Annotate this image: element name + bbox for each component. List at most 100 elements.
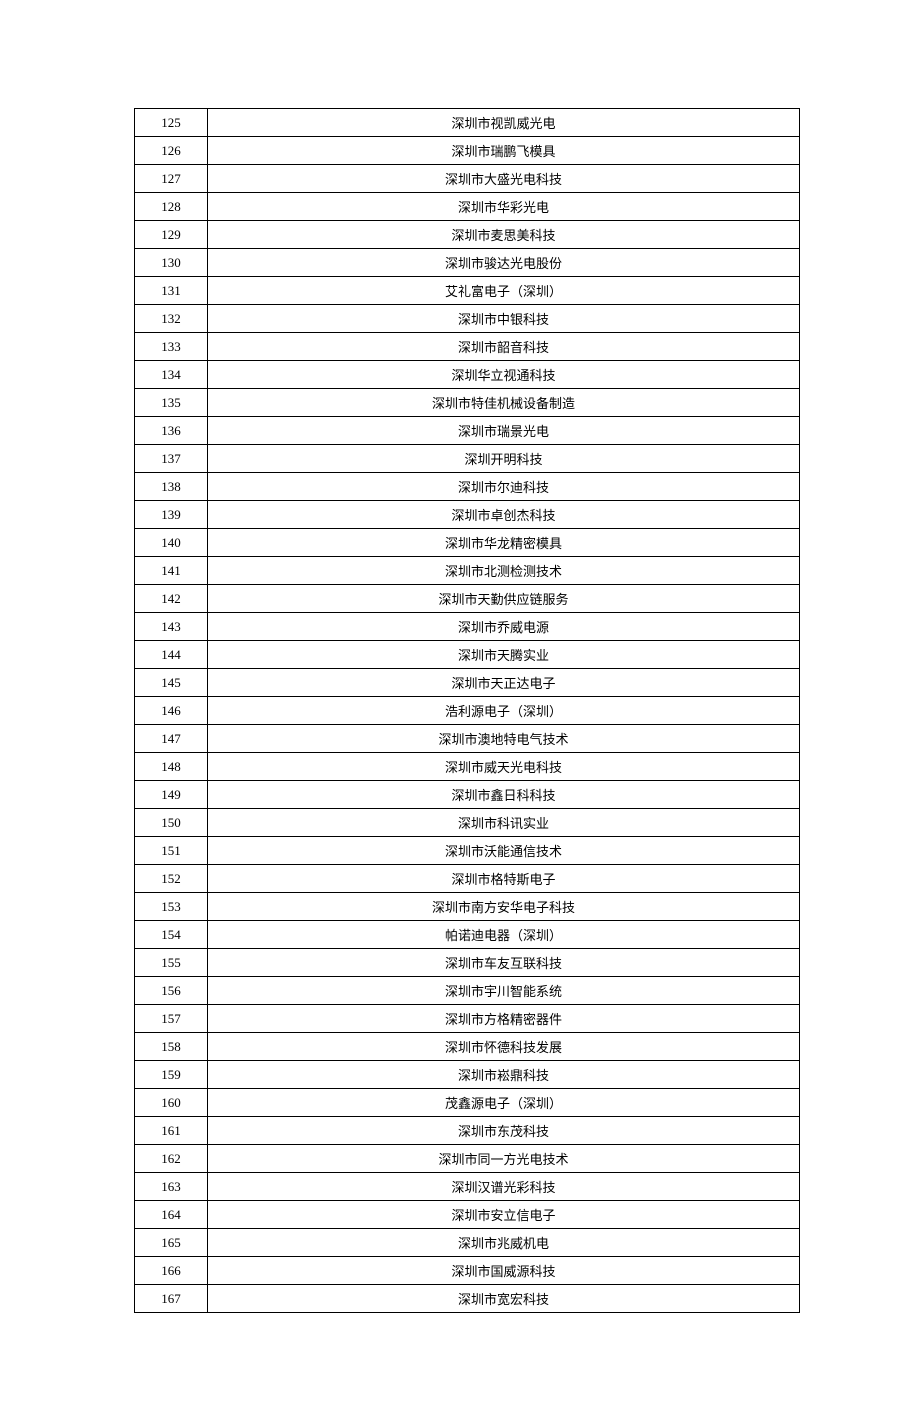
company-name: 深圳市东茂科技 bbox=[208, 1117, 800, 1145]
row-number: 133 bbox=[135, 333, 208, 361]
table-row: 166深圳市国威源科技 bbox=[135, 1257, 800, 1285]
table-row: 141深圳市北测检测技术 bbox=[135, 557, 800, 585]
row-number: 160 bbox=[135, 1089, 208, 1117]
document-page: 125深圳市视凯威光电126深圳市瑞鹏飞模具127深圳市大盛光电科技128深圳市… bbox=[0, 0, 920, 1413]
row-number: 128 bbox=[135, 193, 208, 221]
company-name: 深圳市天正达电子 bbox=[208, 669, 800, 697]
table-row: 167深圳市宽宏科技 bbox=[135, 1285, 800, 1313]
row-number: 132 bbox=[135, 305, 208, 333]
company-name: 深圳市沃能通信技术 bbox=[208, 837, 800, 865]
company-name: 深圳市瑞景光电 bbox=[208, 417, 800, 445]
table-row: 156深圳市宇川智能系统 bbox=[135, 977, 800, 1005]
row-number: 135 bbox=[135, 389, 208, 417]
row-number: 157 bbox=[135, 1005, 208, 1033]
company-name: 深圳市澳地特电气技术 bbox=[208, 725, 800, 753]
table-row: 152深圳市格特斯电子 bbox=[135, 865, 800, 893]
table-row: 129深圳市麦思美科技 bbox=[135, 221, 800, 249]
table-row: 161深圳市东茂科技 bbox=[135, 1117, 800, 1145]
company-name: 深圳市宽宏科技 bbox=[208, 1285, 800, 1313]
table-row: 142深圳市天勤供应链服务 bbox=[135, 585, 800, 613]
company-name: 深圳市华龙精密模具 bbox=[208, 529, 800, 557]
row-number: 125 bbox=[135, 109, 208, 137]
row-number: 166 bbox=[135, 1257, 208, 1285]
company-name: 深圳市视凯威光电 bbox=[208, 109, 800, 137]
company-name: 深圳开明科技 bbox=[208, 445, 800, 473]
table-row: 135深圳市特佳机械设备制造 bbox=[135, 389, 800, 417]
table-row: 157深圳市方格精密器件 bbox=[135, 1005, 800, 1033]
table-row: 138深圳市尔迪科技 bbox=[135, 473, 800, 501]
table-row: 155深圳市车友互联科技 bbox=[135, 949, 800, 977]
row-number: 148 bbox=[135, 753, 208, 781]
row-number: 129 bbox=[135, 221, 208, 249]
row-number: 150 bbox=[135, 809, 208, 837]
company-name: 深圳市华彩光电 bbox=[208, 193, 800, 221]
company-name: 深圳市同一方光电技术 bbox=[208, 1145, 800, 1173]
table-row: 164深圳市安立信电子 bbox=[135, 1201, 800, 1229]
table-row: 134深圳华立视通科技 bbox=[135, 361, 800, 389]
company-name: 深圳市威天光电科技 bbox=[208, 753, 800, 781]
company-name: 深圳市尔迪科技 bbox=[208, 473, 800, 501]
table-row: 127深圳市大盛光电科技 bbox=[135, 165, 800, 193]
company-name: 深圳市格特斯电子 bbox=[208, 865, 800, 893]
row-number: 141 bbox=[135, 557, 208, 585]
row-number: 153 bbox=[135, 893, 208, 921]
row-number: 147 bbox=[135, 725, 208, 753]
table-row: 143深圳市乔威电源 bbox=[135, 613, 800, 641]
table-row: 137深圳开明科技 bbox=[135, 445, 800, 473]
company-name: 深圳市科讯实业 bbox=[208, 809, 800, 837]
row-number: 163 bbox=[135, 1173, 208, 1201]
row-number: 143 bbox=[135, 613, 208, 641]
company-name: 深圳市卓创杰科技 bbox=[208, 501, 800, 529]
table-row: 140深圳市华龙精密模具 bbox=[135, 529, 800, 557]
table-row: 149深圳市鑫日科科技 bbox=[135, 781, 800, 809]
row-number: 127 bbox=[135, 165, 208, 193]
company-name: 深圳市宇川智能系统 bbox=[208, 977, 800, 1005]
company-name: 深圳市瑞鹏飞模具 bbox=[208, 137, 800, 165]
table-row: 158深圳市怀德科技发展 bbox=[135, 1033, 800, 1061]
row-number: 126 bbox=[135, 137, 208, 165]
table-row: 126深圳市瑞鹏飞模具 bbox=[135, 137, 800, 165]
table-row: 163深圳汉谱光彩科技 bbox=[135, 1173, 800, 1201]
table-row: 146浩利源电子（深圳） bbox=[135, 697, 800, 725]
row-number: 161 bbox=[135, 1117, 208, 1145]
table-row: 131艾礼富电子（深圳） bbox=[135, 277, 800, 305]
company-name: 帕诺迪电器（深圳） bbox=[208, 921, 800, 949]
row-number: 134 bbox=[135, 361, 208, 389]
row-number: 140 bbox=[135, 529, 208, 557]
row-number: 154 bbox=[135, 921, 208, 949]
company-name: 深圳市骏达光电股份 bbox=[208, 249, 800, 277]
row-number: 165 bbox=[135, 1229, 208, 1257]
company-name: 深圳市乔威电源 bbox=[208, 613, 800, 641]
row-number: 149 bbox=[135, 781, 208, 809]
company-name: 深圳市中银科技 bbox=[208, 305, 800, 333]
table-row: 150深圳市科讯实业 bbox=[135, 809, 800, 837]
table-row: 160茂鑫源电子（深圳） bbox=[135, 1089, 800, 1117]
table-row: 133深圳市韶音科技 bbox=[135, 333, 800, 361]
company-name: 深圳市北测检测技术 bbox=[208, 557, 800, 585]
company-name: 深圳市安立信电子 bbox=[208, 1201, 800, 1229]
row-number: 146 bbox=[135, 697, 208, 725]
table-row: 130深圳市骏达光电股份 bbox=[135, 249, 800, 277]
row-number: 139 bbox=[135, 501, 208, 529]
row-number: 164 bbox=[135, 1201, 208, 1229]
company-name: 茂鑫源电子（深圳） bbox=[208, 1089, 800, 1117]
row-number: 156 bbox=[135, 977, 208, 1005]
company-name: 深圳市南方安华电子科技 bbox=[208, 893, 800, 921]
company-name: 深圳市韶音科技 bbox=[208, 333, 800, 361]
company-table: 125深圳市视凯威光电126深圳市瑞鹏飞模具127深圳市大盛光电科技128深圳市… bbox=[134, 108, 800, 1313]
row-number: 162 bbox=[135, 1145, 208, 1173]
row-number: 144 bbox=[135, 641, 208, 669]
table-row: 139深圳市卓创杰科技 bbox=[135, 501, 800, 529]
table-row: 154帕诺迪电器（深圳） bbox=[135, 921, 800, 949]
company-name: 深圳华立视通科技 bbox=[208, 361, 800, 389]
row-number: 130 bbox=[135, 249, 208, 277]
row-number: 151 bbox=[135, 837, 208, 865]
table-row: 162深圳市同一方光电技术 bbox=[135, 1145, 800, 1173]
row-number: 136 bbox=[135, 417, 208, 445]
row-number: 142 bbox=[135, 585, 208, 613]
table-row: 147深圳市澳地特电气技术 bbox=[135, 725, 800, 753]
company-name: 深圳汉谱光彩科技 bbox=[208, 1173, 800, 1201]
table-row: 144深圳市天腾实业 bbox=[135, 641, 800, 669]
company-name: 深圳市车友互联科技 bbox=[208, 949, 800, 977]
table-row: 153深圳市南方安华电子科技 bbox=[135, 893, 800, 921]
